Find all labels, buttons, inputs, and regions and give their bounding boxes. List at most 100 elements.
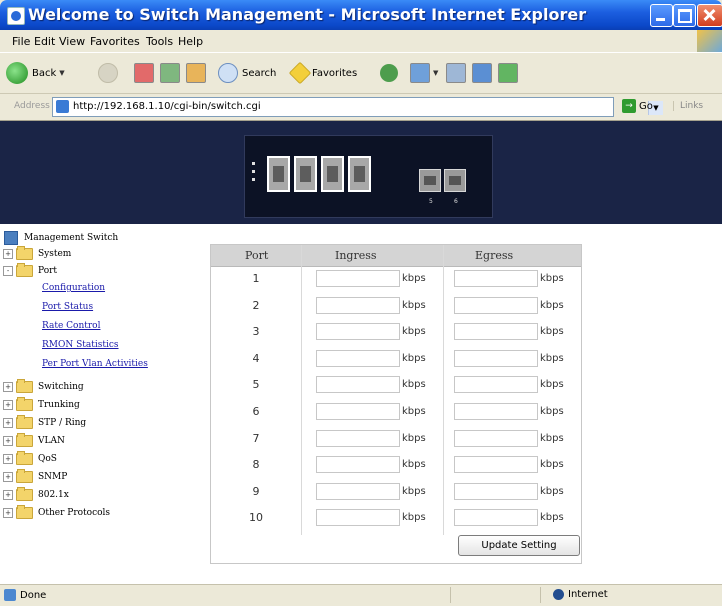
- menu-view[interactable]: View: [59, 35, 85, 48]
- mail-button[interactable]: ▼: [410, 59, 438, 87]
- tree-node-label: Other Protocols: [38, 508, 111, 518]
- tree-node-other-protocols[interactable]: + Other Protocols: [0, 505, 110, 521]
- expand-icon[interactable]: +: [3, 249, 13, 259]
- expand-icon[interactable]: +: [3, 508, 13, 518]
- expand-icon[interactable]: +: [3, 400, 13, 410]
- window-title: Welcome to Switch Management - Microsoft…: [28, 5, 587, 24]
- tree-node-system[interactable]: + System: [0, 246, 71, 262]
- expand-icon[interactable]: +: [3, 436, 13, 446]
- link-rmon-statistics[interactable]: RMON Statistics: [42, 340, 119, 350]
- tree-node-qos[interactable]: + QoS: [0, 451, 57, 467]
- tree-node-port[interactable]: - Port: [0, 263, 57, 279]
- favorites-button[interactable]: Favorites: [288, 59, 357, 87]
- port-number: 7: [252, 431, 260, 445]
- edit-icon: [472, 63, 492, 83]
- egress-input[interactable]: [454, 323, 538, 341]
- forward-button[interactable]: [98, 59, 118, 87]
- refresh-button[interactable]: [160, 59, 180, 87]
- ingress-input[interactable]: [316, 323, 400, 341]
- messenger-button[interactable]: [498, 59, 518, 87]
- port-6-icon[interactable]: [444, 169, 466, 192]
- link-configuration[interactable]: Configuration: [42, 283, 105, 293]
- security-zone: Internet: [553, 589, 608, 600]
- search-button[interactable]: Search: [218, 59, 276, 87]
- ingress-input[interactable]: [316, 509, 400, 527]
- port-5-icon[interactable]: [419, 169, 441, 192]
- column-header-ingress: Ingress: [335, 249, 377, 262]
- expand-icon[interactable]: +: [3, 490, 13, 500]
- home-button[interactable]: [186, 59, 206, 87]
- history-icon: [380, 64, 398, 82]
- expand-icon[interactable]: +: [3, 454, 13, 464]
- menu-tools[interactable]: Tools: [146, 35, 173, 48]
- chevron-down-icon[interactable]: ▼: [433, 69, 438, 77]
- address-input[interactable]: http://192.168.1.10/cgi-bin/switch.cgi ▼: [52, 97, 663, 117]
- port-1-icon[interactable]: [267, 156, 290, 192]
- port-6-label: 6: [454, 198, 458, 205]
- links-button[interactable]: Links: [673, 101, 703, 111]
- column-header-egress: Egress: [475, 249, 514, 262]
- chevron-down-icon[interactable]: ▼: [59, 69, 64, 77]
- egress-input[interactable]: [454, 296, 538, 314]
- table-row: 3 kbps kbps: [211, 321, 581, 343]
- go-button[interactable]: → Go: [622, 99, 653, 113]
- mail-icon: [410, 63, 430, 83]
- port-4-icon[interactable]: [348, 156, 371, 192]
- link-port-status[interactable]: Port Status: [42, 302, 93, 312]
- port-3-icon[interactable]: [321, 156, 344, 192]
- tree-node-switching[interactable]: + Switching: [0, 379, 84, 395]
- expand-icon[interactable]: +: [3, 418, 13, 428]
- ingress-input[interactable]: [316, 429, 400, 447]
- ingress-input[interactable]: [316, 403, 400, 420]
- rate-control-table: Port Ingress Egress 1 kbps kbps 2 kbps kbps 3 k…: [210, 244, 582, 564]
- link-rate-control[interactable]: Rate Control: [42, 321, 100, 331]
- tree-node-vlan[interactable]: + VLAN: [0, 433, 65, 449]
- back-button[interactable]: Back ▼: [6, 59, 65, 87]
- egress-input[interactable]: [454, 270, 538, 287]
- menu-help[interactable]: Help: [178, 35, 203, 48]
- egress-input[interactable]: [454, 456, 538, 474]
- menu-file[interactable]: File: [12, 35, 30, 48]
- minimize-button[interactable]: [650, 4, 673, 27]
- egress-unit: kbps: [540, 273, 564, 284]
- page-done-icon: [4, 589, 16, 601]
- menu-favorites[interactable]: Favorites: [90, 35, 140, 48]
- address-bar: Address http://192.168.1.10/cgi-bin/swit…: [0, 94, 722, 121]
- tree-node-stp-ring[interactable]: + STP / Ring: [0, 415, 86, 431]
- folder-open-icon: [16, 263, 33, 277]
- expand-icon[interactable]: +: [3, 472, 13, 482]
- egress-unit: kbps: [540, 326, 564, 338]
- expand-icon[interactable]: +: [3, 382, 13, 392]
- collapse-icon[interactable]: -: [3, 266, 13, 276]
- forward-arrow-icon: [98, 63, 118, 83]
- ingress-input[interactable]: [316, 456, 400, 474]
- egress-input[interactable]: [454, 509, 538, 527]
- egress-input[interactable]: [454, 349, 538, 367]
- stop-button[interactable]: [134, 59, 154, 87]
- menu-edit[interactable]: Edit: [34, 35, 55, 48]
- tree-node-snmp[interactable]: + SNMP: [0, 469, 67, 485]
- ingress-input[interactable]: [316, 349, 400, 367]
- ingress-input[interactable]: [316, 376, 400, 394]
- ingress-unit: kbps: [402, 273, 426, 284]
- ingress-input[interactable]: [316, 296, 400, 314]
- tree-node-trunking[interactable]: + Trunking: [0, 397, 80, 413]
- ingress-input[interactable]: [316, 270, 400, 287]
- egress-input[interactable]: [454, 376, 538, 394]
- edit-button[interactable]: [472, 59, 492, 87]
- folder-icon: [16, 415, 33, 429]
- close-button[interactable]: [697, 4, 722, 27]
- maximize-button[interactable]: [673, 4, 696, 27]
- ingress-input[interactable]: [316, 482, 400, 500]
- print-button[interactable]: [446, 59, 466, 87]
- tree-root[interactable]: Management Switch: [0, 230, 118, 246]
- history-button[interactable]: [380, 59, 398, 87]
- tree-root-label: Management Switch: [24, 233, 119, 243]
- egress-input[interactable]: [454, 429, 538, 447]
- tree-node-8021x[interactable]: + 802.1x: [0, 487, 69, 503]
- update-setting-button[interactable]: Update Setting: [458, 535, 580, 556]
- link-per-port-vlan-activities[interactable]: Per Port Vlan Activities: [42, 359, 148, 369]
- egress-input[interactable]: [454, 482, 538, 500]
- egress-input[interactable]: [454, 403, 538, 420]
- port-2-icon[interactable]: [294, 156, 317, 192]
